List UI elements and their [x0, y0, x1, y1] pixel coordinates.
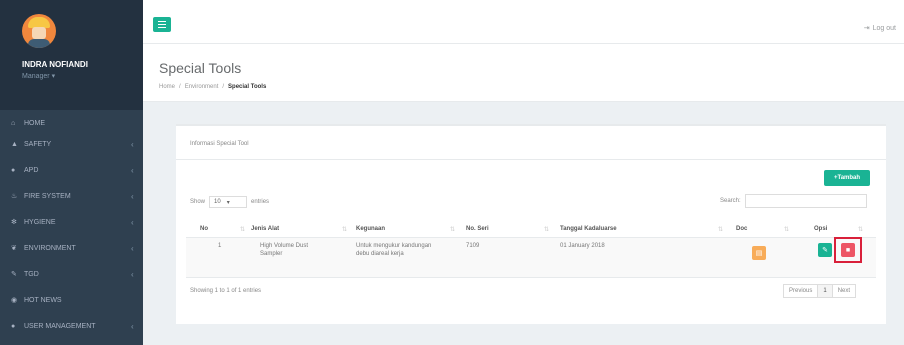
sort-icon: ⇅: [342, 227, 348, 233]
page-heading: Special Tools Home / Environment / Speci…: [143, 44, 904, 102]
sort-icon: ⇅: [450, 227, 456, 233]
top-navbar: ⇥ Log out: [143, 0, 904, 44]
add-button[interactable]: +Tambah: [824, 170, 870, 186]
breadcrumb: Home / Environment / Special Tools: [159, 84, 266, 90]
globe-icon: ◉: [11, 297, 18, 304]
sidebar-item-label: SAFETY: [24, 140, 52, 148]
sidebar-item-apd[interactable]: ● APD ‹: [0, 157, 143, 183]
sort-icon: ⇅: [784, 227, 790, 233]
cell-no-seri: 7109: [466, 243, 480, 249]
column-header-no[interactable]: No: [200, 226, 208, 232]
sidebar-item-label: FIRE SYSTEM: [24, 192, 71, 200]
sort-icon: ⇅: [858, 227, 864, 233]
breadcrumb-current: Special Tools: [228, 84, 267, 90]
chevron-down-icon: ▾: [226, 199, 230, 206]
avatar[interactable]: [22, 14, 56, 48]
pencil-icon: ✎: [822, 247, 828, 254]
sidebar-item-safety[interactable]: ▲ SAFETY ‹: [0, 131, 143, 157]
sidebar: INDRA NOFIANDI Manager ▾ ⌂ Home ▲ SAFETY…: [0, 0, 143, 345]
sidebar-item-environment[interactable]: ❦ ENVIRONMENT ‹: [0, 235, 143, 261]
breadcrumb-environment[interactable]: Environment: [185, 84, 219, 90]
special-tools-panel: Informasi Special Tool +Tambah Show 10 ▾…: [176, 124, 886, 324]
logout-link[interactable]: ⇥ Log out: [863, 24, 896, 33]
edit-button[interactable]: ✎: [818, 243, 832, 257]
home-icon: ⌂: [11, 119, 16, 127]
breadcrumb-home[interactable]: Home: [159, 84, 175, 90]
show-label: Show: [190, 199, 206, 205]
sidebar-item-hot-news[interactable]: ◉ HOT NEWS: [0, 287, 143, 313]
view-document-button[interactable]: ▤: [752, 246, 766, 260]
entries-length-control: Show 10 ▾ entries: [190, 196, 269, 208]
sidebar-item-label: ENVIRONMENT: [24, 244, 76, 252]
column-header-doc[interactable]: Doc: [736, 226, 747, 232]
user-icon: ●: [11, 166, 16, 174]
panel-title: Informasi Special Tool: [176, 126, 886, 160]
user-role-dropdown[interactable]: Manager ▾: [22, 72, 143, 80]
file-icon: ▤: [755, 250, 763, 257]
delete-button-highlight: ■: [834, 237, 862, 263]
search-label: Search:: [720, 198, 741, 204]
chevron-left-icon: ‹: [131, 139, 134, 149]
sidebar-item-hygiene[interactable]: ✻ HYGIENE ‹: [0, 209, 143, 235]
sidebar-item-tgd[interactable]: ✎ TGD ‹: [0, 261, 143, 287]
sidebar-item-user-management[interactable]: ● USER MANAGEMENT ‹: [0, 313, 143, 339]
pagination-previous[interactable]: Previous: [783, 284, 819, 298]
sidebar-item-label: HOT NEWS: [24, 296, 62, 304]
table-header: No ⇅ Jenis Alat ⇅ Kegunaan ⇅ No. Seri ⇅ …: [186, 222, 876, 238]
tools-icon: ✎: [11, 271, 17, 278]
profile-panel: INDRA NOFIANDI Manager ▾: [0, 0, 143, 110]
breadcrumb-separator: /: [179, 84, 181, 90]
chevron-left-icon: ‹: [131, 217, 134, 227]
sidebar-item-label: APD: [24, 166, 39, 174]
sort-icon: ⇅: [718, 227, 724, 233]
sidebar-item-label: HYGIENE: [24, 218, 56, 226]
entries-label: entries: [251, 199, 270, 205]
chevron-left-icon: ‹: [131, 165, 134, 175]
search-control: Search:: [720, 194, 867, 208]
pagination-page-1[interactable]: 1: [817, 284, 833, 298]
user-name: INDRA NOFIANDI: [22, 60, 88, 69]
column-header-tanggal[interactable]: Tanggal Kadaluarse: [560, 226, 617, 232]
sort-icon: ⇅: [240, 227, 246, 233]
column-header-jenis-alat[interactable]: Jenis Alat: [251, 226, 279, 232]
chevron-left-icon: ‹: [131, 321, 134, 331]
table-row: 1 High Volume Dust Sampler Untuk menguku…: [186, 238, 876, 278]
sidebar-item-fire-system[interactable]: ♨ FIRE SYSTEM ‹: [0, 183, 143, 209]
pagination-next[interactable]: Next: [831, 284, 857, 298]
fire-icon: ♨: [11, 193, 18, 200]
thumbs-up-icon: ▲: [11, 140, 18, 148]
leaf-icon: ❦: [11, 245, 17, 252]
sidebar-item-label: Home: [24, 119, 45, 127]
cell-jenis-alat: High Volume Dust Sampler: [260, 243, 309, 257]
chevron-left-icon: ‹: [131, 191, 134, 201]
menu-toggle-button[interactable]: [153, 17, 171, 32]
column-header-opsi[interactable]: Opsi: [814, 226, 827, 232]
cell-kegunaan: Untuk mengukur kandungan debu diareal ke…: [356, 243, 432, 257]
trash-icon: ■: [845, 246, 851, 254]
sort-icon: ⇅: [544, 227, 550, 233]
page-title: Special Tools: [159, 60, 242, 76]
entries-select-value: 10: [214, 199, 221, 205]
cell-no: 1: [218, 243, 222, 249]
column-header-no-seri[interactable]: No. Seri: [466, 226, 489, 232]
bug-icon: ✻: [11, 219, 17, 226]
breadcrumb-separator: /: [222, 84, 225, 90]
chevron-left-icon: ‹: [131, 269, 134, 279]
cell-tanggal: 01 January 2018: [560, 243, 605, 249]
column-header-kegunaan[interactable]: Kegunaan: [356, 226, 385, 232]
sign-out-icon: ⇥: [863, 25, 870, 32]
sidebar-item-label: TGD: [24, 270, 39, 278]
pagination: Previous 1 Next: [783, 284, 857, 298]
sidebar-item-label: USER MANAGEMENT: [24, 322, 96, 330]
sidebar-item-home[interactable]: ⌂ Home: [0, 115, 143, 131]
delete-button[interactable]: ■: [841, 243, 855, 257]
logout-label: Log out: [872, 24, 896, 32]
table-info: Showing 1 to 1 of 1 entries: [190, 288, 262, 294]
entries-select[interactable]: 10 ▾: [209, 196, 248, 208]
search-input[interactable]: [744, 194, 867, 208]
chevron-left-icon: ‹: [131, 243, 134, 253]
users-icon: ●: [11, 322, 16, 330]
